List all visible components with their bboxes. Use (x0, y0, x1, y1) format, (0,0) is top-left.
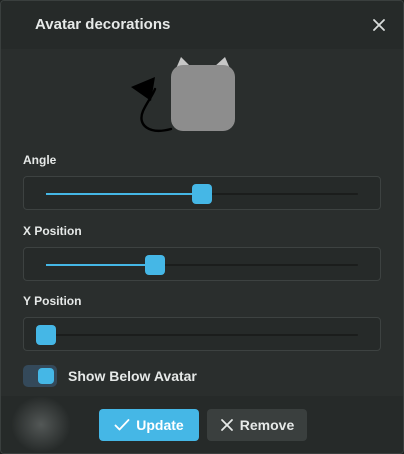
close-icon[interactable] (369, 15, 389, 35)
dialog-footer: Update Remove (1, 396, 403, 453)
angle-label: Angle (23, 153, 57, 167)
toggle-knob (38, 368, 54, 384)
angle-slider-track[interactable] (46, 184, 358, 204)
x-position-slider[interactable] (23, 247, 381, 281)
x-position-slider-track[interactable] (46, 255, 358, 275)
angle-slider[interactable] (23, 176, 381, 210)
remove-button[interactable]: Remove (207, 409, 307, 441)
dialog-title: Avatar decorations (35, 16, 171, 33)
x-position-slider-fill (46, 264, 156, 266)
remove-button-label: Remove (239, 417, 295, 433)
show-below-avatar-toggle[interactable] (23, 365, 57, 387)
y-position-slider[interactable] (23, 317, 381, 351)
check-icon (114, 419, 130, 431)
x-position-label: X Position (23, 224, 82, 238)
x-icon (220, 419, 233, 431)
avatar (171, 57, 235, 131)
y-position-label: Y Position (23, 294, 82, 308)
preview-canvas (131, 57, 235, 132)
avatar-preview (1, 49, 403, 149)
angle-slider-thumb[interactable] (192, 184, 212, 204)
update-button-label: Update (136, 417, 184, 433)
avatar-decorations-dialog: Avatar decorations Angle X Position Y Po… (0, 0, 404, 454)
curved-arrow-icon (131, 77, 173, 132)
x-position-slider-thumb[interactable] (145, 255, 166, 275)
update-button[interactable]: Update (99, 409, 199, 441)
y-position-slider-track[interactable] (36, 325, 358, 345)
show-below-avatar-label: Show Below Avatar (68, 368, 197, 384)
footer-decoration (11, 396, 71, 453)
y-position-slider-thumb[interactable] (36, 325, 56, 345)
dialog-header: Avatar decorations (1, 1, 403, 49)
angle-slider-fill (46, 193, 202, 195)
